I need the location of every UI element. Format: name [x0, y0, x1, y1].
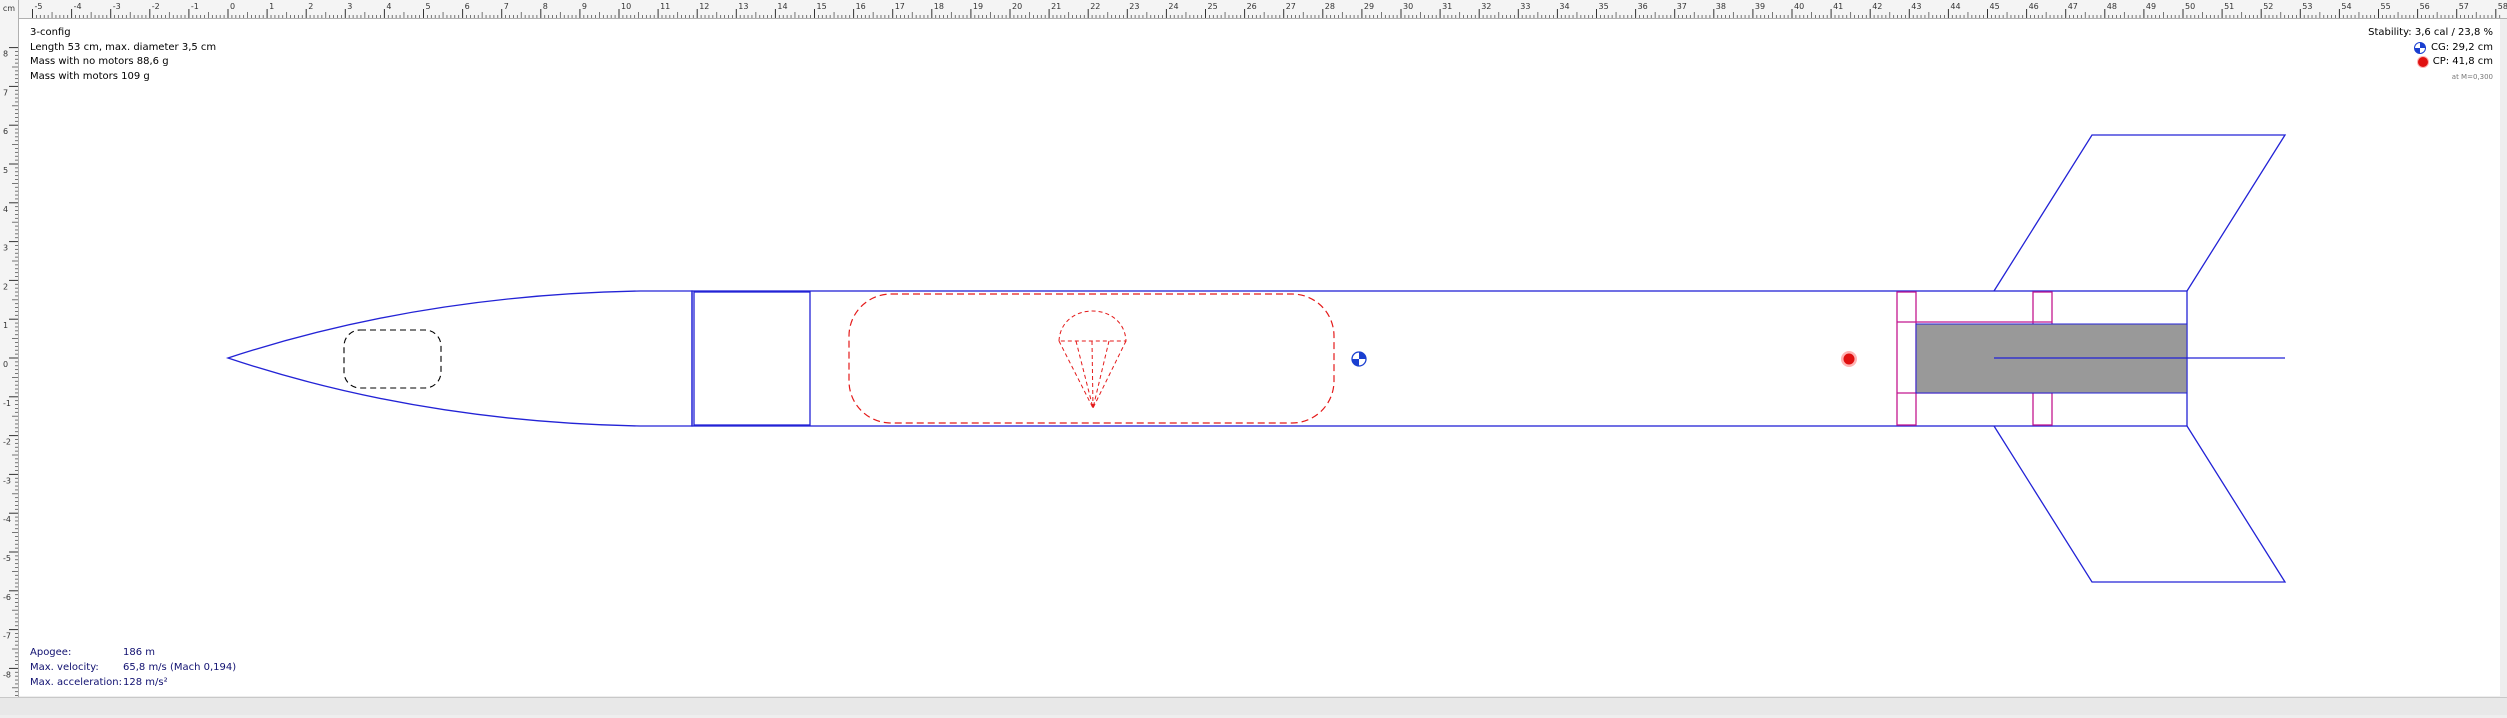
cp-value: CP: 41,8 cm [2432, 56, 2493, 67]
cg-legend: CG: 29,2 cm [2368, 41, 2493, 56]
cg-value: CG: 29,2 cm [2431, 41, 2493, 53]
mach-note: at M=0,300 [2451, 72, 2493, 81]
nose-mass-component[interactable] [343, 329, 442, 389]
cp-legend-icon [2417, 57, 2428, 68]
stability-panel: Stability: 3,6 cal / 23,8 % CG: 29,2 cm … [2368, 26, 2493, 84]
apogee-label: Apogee: [30, 647, 72, 658]
cp-legend: CP: 41,8 cm [2368, 55, 2493, 70]
design-info-panel: 3-config Length 53 cm, max. diameter 3,5… [30, 26, 216, 84]
design-name: 3-config [30, 27, 71, 38]
acceleration-label: Max. acceleration: [30, 677, 123, 688]
apogee-value: 186 m [123, 647, 156, 658]
apogee-row: Apogee: 186 m [30, 645, 236, 660]
mass-no-motors: Mass with no motors 88,6 g [30, 56, 169, 67]
bottom-scrollbar[interactable] [0, 697, 2507, 715]
cg-legend-icon [2414, 41, 2427, 54]
nose-cone[interactable] [225, 290, 693, 427]
velocity-row: Max. velocity: 65,8 m/s (Mach 0,194) [30, 660, 236, 675]
centering-ring-front[interactable] [1896, 291, 1917, 426]
acceleration-value: 128 m/s² [123, 677, 168, 688]
design-length: Length 53 cm, max. diameter 3,5 cm [30, 41, 217, 53]
mass-with-motors: Mass with motors 109 g [30, 70, 150, 82]
cp-marker-icon [1841, 351, 1857, 367]
flight-data-panel: Apogee: 186 m Max. velocity: 65,8 m/s (Mac… [30, 645, 236, 690]
velocity-label: Max. velocity: [30, 662, 99, 673]
acceleration-row: Max. acceleration:128 m/s² [30, 675, 236, 690]
parachute-icon [1058, 310, 1127, 409]
coupler-tube[interactable] [693, 291, 811, 426]
fin-bottom[interactable] [1993, 425, 2287, 583]
stability-value: Stability: 3,6 cal / 23,8 % [2368, 27, 2493, 38]
fin-top[interactable] [1993, 134, 2287, 292]
rocket-figure[interactable] [0, 0, 2507, 714]
velocity-value: 65,8 m/s (Mach 0,194) [123, 662, 237, 673]
cg-marker-icon [1351, 351, 1367, 367]
